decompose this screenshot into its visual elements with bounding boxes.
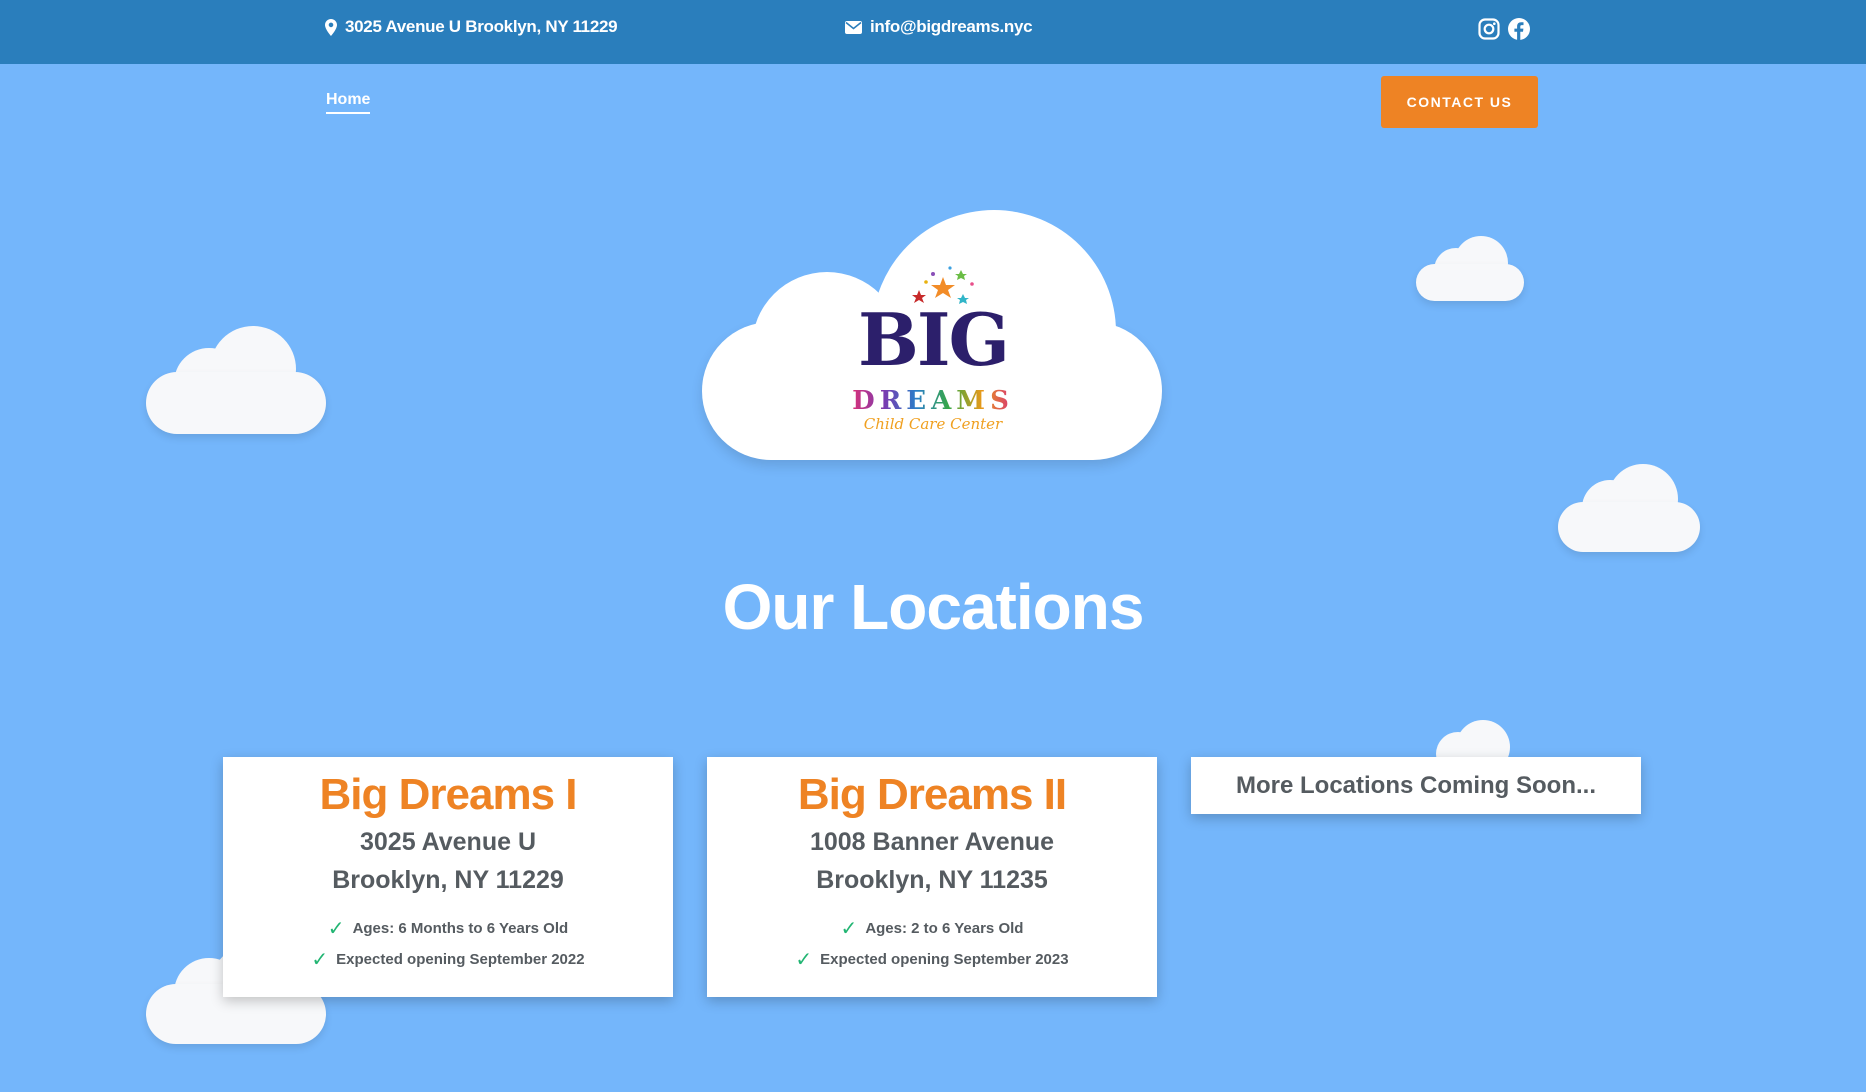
envelope-icon bbox=[845, 20, 862, 34]
location-ages-text: Ages: 2 to 6 Years Old bbox=[865, 920, 1024, 938]
location-address-line2: Brooklyn, NY 11235 bbox=[816, 866, 1048, 895]
email-info[interactable]: info@bigdreams.nyc bbox=[845, 17, 1033, 37]
location-card-1[interactable]: Big Dreams I 3025 Avenue U Brooklyn, NY … bbox=[223, 757, 673, 997]
logo-dreams-text: DREAMS bbox=[838, 388, 1028, 414]
instagram-icon[interactable] bbox=[1478, 18, 1500, 40]
location-opening-text: Expected opening September 2022 bbox=[336, 951, 585, 969]
location-opening: ✓ Expected opening September 2023 bbox=[707, 944, 1157, 975]
email-link[interactable]: info@bigdreams.nyc bbox=[870, 17, 1033, 37]
address-text: 3025 Avenue U Brooklyn, NY 11229 bbox=[345, 17, 618, 36]
location-address-line1: 1008 Banner Avenue bbox=[809, 828, 1055, 857]
cloud-right bbox=[1558, 464, 1700, 552]
logo-subtitle: Child Care Center bbox=[863, 415, 1003, 433]
location-title: Big Dreams II bbox=[797, 770, 1067, 819]
location-ages: ✓ Ages: 2 to 6 Years Old bbox=[707, 913, 1157, 944]
location-opening-text: Expected opening September 2023 bbox=[820, 951, 1069, 969]
coming-soon-text: More Locations Coming Soon... bbox=[1236, 772, 1596, 799]
checkmark-icon: ✓ bbox=[795, 948, 813, 971]
page-title: Our Locations bbox=[722, 571, 1145, 643]
contact-us-button[interactable]: CONTACT US bbox=[1381, 76, 1538, 128]
nav-home-link[interactable]: Home bbox=[326, 91, 371, 114]
big-dreams-logo[interactable]: BIG DREAMS Child Care Center bbox=[838, 264, 1028, 444]
logo-dreams-word: DREAMS bbox=[852, 386, 1014, 416]
top-bar: 3025 Avenue U Brooklyn, NY 11229 info@bi… bbox=[0, 0, 1866, 64]
location-ages-text: Ages: 6 Months to 6 Years Old bbox=[352, 920, 569, 938]
checkmark-icon: ✓ bbox=[840, 917, 858, 940]
location-address-line2: Brooklyn, NY 11229 bbox=[332, 866, 564, 895]
coming-soon-card: More Locations Coming Soon... bbox=[1191, 757, 1641, 814]
social-links bbox=[1478, 18, 1530, 40]
address-info: 3025 Avenue U Brooklyn, NY 11229 bbox=[325, 17, 618, 37]
checkmark-icon: ✓ bbox=[311, 948, 329, 971]
location-card-2[interactable]: Big Dreams II 1008 Banner Avenue Brookly… bbox=[707, 757, 1157, 997]
location-ages: ✓ Ages: 6 Months to 6 Years Old bbox=[223, 913, 673, 944]
map-pin-icon bbox=[325, 18, 337, 36]
facebook-icon[interactable] bbox=[1508, 18, 1530, 40]
location-address-line1: 3025 Avenue U bbox=[359, 828, 536, 857]
location-opening: ✓ Expected opening September 2022 bbox=[223, 944, 673, 975]
cloud-top-right bbox=[1416, 236, 1524, 302]
checkmark-icon: ✓ bbox=[327, 917, 345, 940]
logo-big-text: BIG bbox=[857, 297, 1010, 382]
location-title: Big Dreams I bbox=[319, 770, 578, 819]
cloud-left bbox=[146, 326, 326, 436]
